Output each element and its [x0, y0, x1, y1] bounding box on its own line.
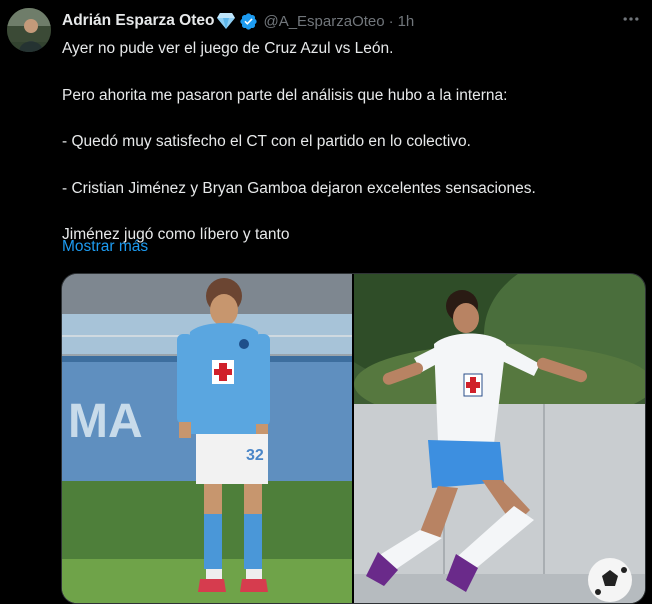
photo-left[interactable]: MA 32 — [62, 274, 352, 603]
verified-badge-icon[interactable] — [239, 12, 258, 31]
photo-right[interactable] — [354, 274, 645, 603]
tweet-header: Adrián Esparza Oteo @A_EsparzaOteo · 1h — [62, 10, 636, 32]
shorts-number: 32 — [246, 447, 264, 464]
media-grid: MA 32 — [61, 273, 646, 604]
more-horizontal-icon[interactable] — [618, 8, 644, 30]
avatar[interactable] — [7, 8, 51, 52]
tweet-text: Ayer no pude ver el juego de Cruz Azul v… — [62, 37, 637, 247]
tweet-paragraph: - Quedó muy satisfecho el CT con el part… — [62, 133, 471, 151]
banner-text: MA — [68, 395, 143, 448]
tweet-paragraph: Pero ahorita me pasaron parte del anális… — [62, 86, 508, 104]
timestamp[interactable]: 1h — [398, 13, 415, 30]
separator: · — [388, 12, 394, 30]
tweet-paragraph: - Cristian Jiménez y Bryan Gamboa dejaro… — [62, 179, 536, 197]
diamond-icon — [216, 12, 236, 30]
author-name[interactable]: Adrián Esparza Oteo — [62, 12, 214, 30]
tweet: Adrián Esparza Oteo @A_EsparzaOteo · 1h … — [0, 0, 652, 604]
author-handle[interactable]: @A_EsparzaOteo — [263, 13, 384, 30]
tweet-paragraph: Jiménez jugó como líbero y tanto — [62, 226, 290, 244]
show-more-link[interactable]: Mostrar más — [62, 238, 148, 256]
tweet-paragraph: Ayer no pude ver el juego de Cruz Azul v… — [62, 40, 394, 57]
